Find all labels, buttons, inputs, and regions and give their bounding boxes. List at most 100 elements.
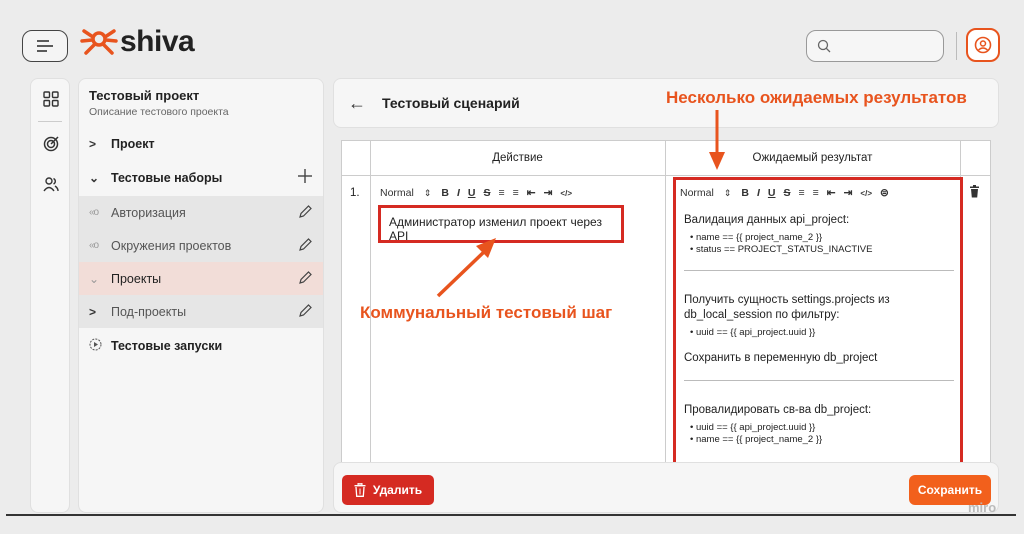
format-select[interactable]: Normal — [380, 187, 414, 199]
plus-icon — [298, 169, 312, 183]
chevron-down-icon: ⌄ — [89, 271, 100, 286]
result-block-title: Получить сущность settings.projects из d… — [684, 294, 890, 321]
bold-icon[interactable]: B — [441, 187, 449, 199]
bottom-border — [6, 514, 1016, 516]
chevron-down-icon: ⌄ — [89, 171, 100, 185]
menu-collapse-icon — [37, 40, 53, 52]
nested-icon: «o — [89, 207, 99, 218]
play-circle-icon — [89, 338, 111, 354]
nav-item-label: Авторизация — [111, 205, 186, 220]
search-icon — [817, 39, 831, 53]
delete-button[interactable]: Удалить — [342, 475, 434, 505]
search-input[interactable] — [837, 38, 937, 54]
trash-icon — [354, 483, 366, 497]
edit-suite-button[interactable] — [298, 303, 313, 321]
edit-suite-button[interactable] — [298, 270, 313, 288]
search-box[interactable] — [806, 30, 944, 62]
topbar-divider — [956, 32, 957, 60]
nav-item-test-runs[interactable]: Тестовые запуски — [79, 328, 323, 364]
profile-button[interactable] — [966, 28, 1000, 62]
pencil-icon — [299, 304, 312, 317]
result-divider — [684, 270, 954, 271]
select-arrows-icon[interactable]: ⇕ — [424, 188, 432, 199]
annotation-multiple-results: Несколько ожидаемых результатов — [666, 88, 967, 107]
nav-item-label: Тестовые наборы — [111, 171, 223, 185]
target-icon — [43, 136, 59, 152]
outdent-icon[interactable]: ⇤ — [527, 187, 536, 199]
indent-icon[interactable]: ⇥ — [544, 187, 553, 199]
result-list-item: • name == {{ project_name_2 }} — [690, 434, 823, 445]
column-header-expected: Ожидаемый результат — [752, 152, 873, 164]
result-block-title: Валидация данных api_project: — [684, 214, 850, 226]
rail-runs-button[interactable] — [31, 124, 71, 164]
project-description: Описание тестового проекта — [89, 106, 229, 118]
result-block-title: Провалидировать св-ва db_project: — [684, 404, 872, 416]
code-icon[interactable]: </> — [560, 189, 572, 198]
project-title: Тестовый проект — [89, 88, 200, 103]
bullet-list-icon[interactable]: ≡ — [513, 187, 519, 199]
action-toolbar: Normal ⇕ B I U S ≡ ≡ ⇤ ⇥ </> — [380, 185, 580, 201]
back-arrow-icon[interactable]: ← — [348, 93, 366, 114]
top-bar: shiva — [0, 0, 1024, 72]
result-list-item: • name == {{ project_name_2 }} — [690, 232, 823, 243]
delete-step-button[interactable] — [969, 185, 980, 203]
result-list-item: • status == PROJECT_STATUS_INACTIVE — [690, 244, 873, 255]
result-list-item: • uuid == {{ api_project.uuid }} — [690, 422, 816, 433]
delete-button-label: Удалить — [372, 483, 423, 497]
italic-icon[interactable]: I — [457, 187, 460, 199]
icon-rail — [30, 78, 70, 513]
column-header-action: Действие — [492, 152, 543, 164]
grid-icon — [43, 91, 59, 107]
miro-watermark: miro — [968, 500, 997, 515]
scenario-editor-area: ← Тестовый сценарий Действие Ожидаемый р… — [333, 78, 999, 513]
result-block-footer: Сохранить в переменную db_project — [684, 352, 878, 364]
nav-item-project[interactable]: > Проект — [79, 127, 323, 160]
rail-divider — [38, 121, 62, 122]
rail-projects-button[interactable] — [31, 79, 71, 119]
shiva-logo-icon — [80, 29, 118, 55]
nav-item-label: Тестовые запуски — [111, 339, 223, 353]
app-logo[interactable]: shiva — [80, 22, 195, 62]
edit-suite-button[interactable] — [298, 204, 313, 222]
project-header: Тестовый проект Описание тестового проек… — [79, 79, 323, 127]
trash-icon — [970, 185, 979, 198]
logo-text: shiva — [120, 25, 195, 58]
header-divider — [342, 175, 990, 176]
nav-suite-environments[interactable]: «o Окружения проектов — [79, 229, 323, 262]
nav-suite-subprojects[interactable]: > Под-проекты — [79, 295, 323, 328]
edit-suite-button[interactable] — [298, 237, 313, 255]
nav-suite-authorization[interactable]: «o Авторизация — [79, 196, 323, 229]
result-list-item: • uuid == {{ api_project.uuid }} — [690, 327, 816, 338]
rail-users-button[interactable] — [31, 164, 71, 204]
nav-item-label: Проекты — [111, 271, 162, 286]
column-divider — [665, 141, 666, 462]
ordered-list-icon[interactable]: ≡ — [499, 187, 505, 199]
chevron-right-icon: > — [89, 136, 97, 151]
step-number: 1. — [350, 187, 360, 199]
underline-icon[interactable]: U — [468, 187, 476, 199]
pencil-icon — [299, 205, 312, 218]
users-icon — [43, 177, 59, 192]
nav-item-test-suites[interactable]: ⌄ Тестовые наборы — [79, 160, 323, 196]
menu-toggle-button[interactable] — [22, 30, 68, 62]
expected-results-content[interactable]: Валидация данных api_project: • name == … — [684, 213, 954, 446]
pencil-icon — [299, 238, 312, 251]
steps-table: Действие Ожидаемый результат 1. Normal ⇕… — [341, 140, 991, 462]
project-panel: Тестовый проект Описание тестового проек… — [78, 78, 324, 513]
annotation-communal-step: Коммунальный тестовый шаг — [360, 303, 613, 322]
result-divider — [684, 380, 954, 381]
action-text[interactable]: Администратор изменил проект через API — [381, 208, 621, 250]
strikethrough-icon[interactable]: S — [484, 187, 491, 199]
nav-item-label: Окружения проектов — [111, 238, 232, 253]
nested-icon: «o — [89, 240, 99, 251]
scenario-footer: Удалить Сохранить — [333, 462, 999, 513]
nav-item-label: Проект — [111, 136, 155, 151]
user-circle-icon — [974, 36, 992, 54]
nav-suite-projects[interactable]: ⌄ Проекты — [79, 262, 323, 295]
column-divider — [370, 141, 371, 462]
action-step-highlight[interactable]: Администратор изменил проект через API — [378, 205, 624, 243]
scenario-title: Тестовый сценарий — [382, 95, 520, 111]
add-suite-button[interactable] — [297, 168, 313, 187]
chevron-right-icon: > — [89, 304, 97, 319]
pencil-icon — [299, 271, 312, 284]
